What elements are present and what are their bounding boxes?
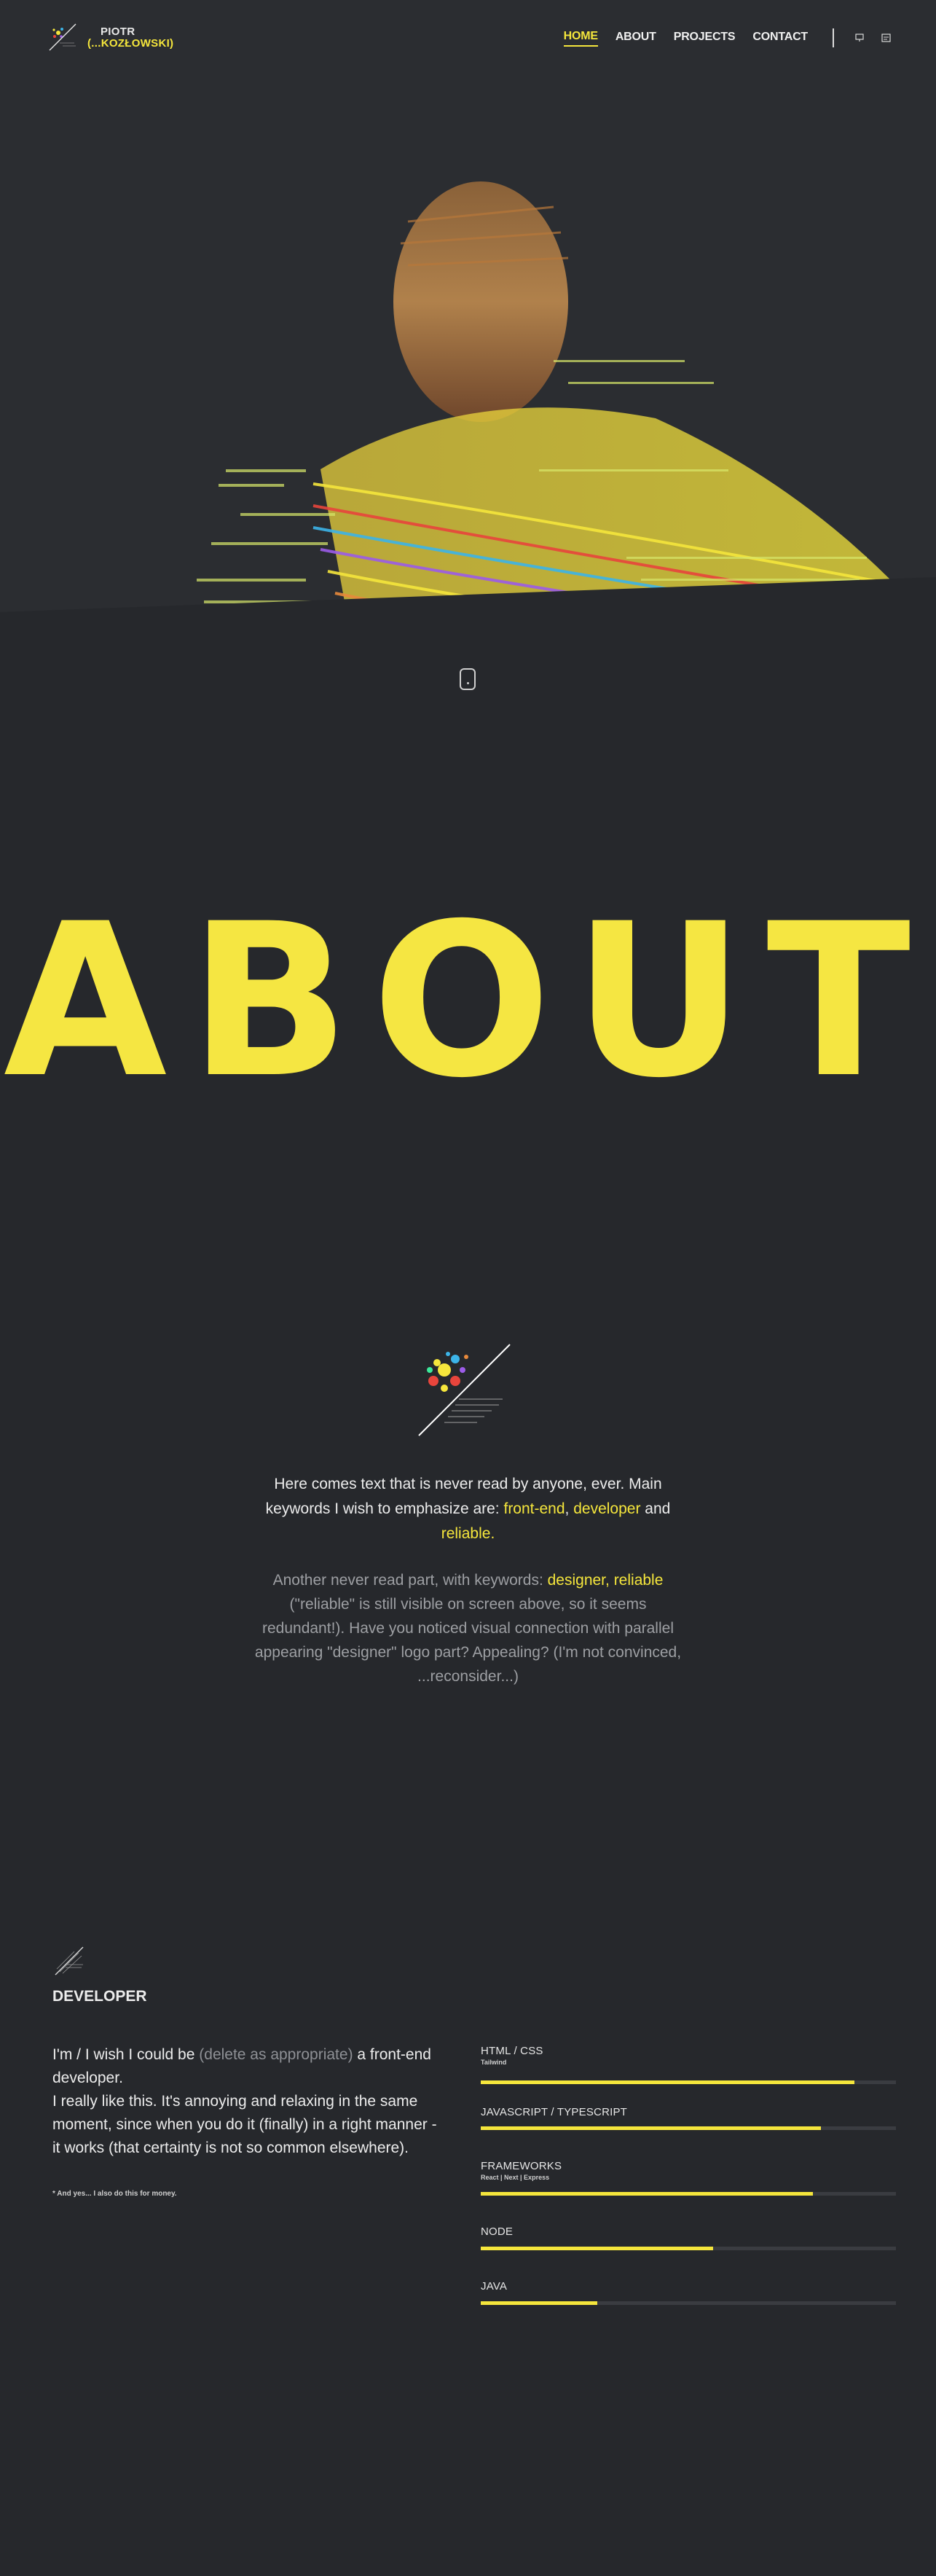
intro-text: . — [490, 1525, 495, 1542]
skill-bar — [481, 2247, 896, 2250]
developer-text-muted: (delete as appropriate) — [199, 2046, 353, 2063]
skill-sub: Tailwind — [481, 2059, 507, 2066]
developer-icon — [55, 1946, 84, 1976]
developer-heading: DEVELOPER — [52, 1988, 147, 2005]
brand[interactable]: PIOTR (...KOZŁOWSKI) — [47, 21, 173, 55]
skill-fill — [481, 2192, 813, 2196]
skill-name: FRAMEWORKS — [481, 2160, 562, 2172]
skill-sub: React | Next | Express — [481, 2174, 550, 2181]
intro-text: ("reliable" is still visible on screen a… — [254, 1596, 682, 1685]
skill-item: JAVASCRIPT / TYPESCRIPT — [481, 2106, 896, 2160]
skill-bar — [481, 2192, 896, 2196]
skill-name: JAVASCRIPT / TYPESCRIPT — [481, 2106, 628, 2118]
nav-projects[interactable]: PROJECTS — [674, 31, 736, 46]
skill-bar — [481, 2301, 896, 2305]
keyword-designer: designer — [547, 1572, 606, 1589]
skill-item: FRAMEWORKS React | Next | Express — [481, 2160, 896, 2225]
intro-text: , — [605, 1572, 614, 1589]
developer-footnote: * And yes... I also do this for money. — [52, 2190, 177, 2198]
about-heading: ABOUT — [3, 879, 933, 1124]
brand-name: PIOTR — [101, 26, 135, 38]
intro-text: and — [640, 1500, 671, 1517]
skill-item: HTML / CSS Tailwind — [481, 2045, 896, 2106]
skill-name: HTML / CSS — [481, 2045, 543, 2057]
skill-name: NODE — [481, 2225, 514, 2238]
skills-list: HTML / CSS Tailwind JAVASCRIPT / TYPESCR… — [481, 2045, 896, 2341]
developer-text: I really like this. It's annoying and re… — [52, 2093, 437, 2156]
skill-fill — [481, 2301, 597, 2305]
monitor-icon[interactable] — [854, 33, 865, 43]
designer-logo-icon — [418, 1344, 511, 1436]
hero-section — [0, 76, 936, 710]
keyword-reliable: reliable — [613, 1572, 664, 1589]
card-icon[interactable] — [881, 33, 891, 43]
skill-item: NODE — [481, 2225, 896, 2280]
skill-bar — [481, 2126, 896, 2130]
intro-paragraph-2: Another never read part, with keywords: … — [248, 1568, 688, 1688]
nav-about[interactable]: ABOUT — [616, 31, 656, 46]
skill-fill — [481, 2247, 714, 2250]
brand-surname: (...KOZŁOWSKI) — [87, 37, 174, 50]
nav-contact[interactable]: CONTACT — [752, 31, 808, 46]
scroll-down-icon[interactable] — [460, 668, 476, 690]
developer-text: I'm / I wish I could be — [52, 2046, 200, 2063]
nav-divider — [833, 28, 834, 47]
skill-item: JAVA — [481, 2280, 896, 2341]
top-navbar: PIOTR (...KOZŁOWSKI) HOME ABOUT PROJECTS… — [0, 0, 936, 76]
skill-fill — [481, 2126, 822, 2130]
keyword-frontend: front-end — [503, 1500, 565, 1517]
intro-paragraph-1: Here comes text that is never read by an… — [248, 1472, 688, 1546]
keyword-developer: developer — [573, 1500, 641, 1517]
intro-text: , — [565, 1500, 574, 1517]
intro-text: Another never read part, with keywords: — [272, 1572, 548, 1589]
developer-description: I'm / I wish I could be (delete as appro… — [52, 2043, 446, 2160]
hero-portrait-image — [0, 181, 936, 710]
skill-bar — [481, 2080, 896, 2084]
brand-logo-icon — [49, 23, 76, 51]
keyword-reliable: reliable — [441, 1525, 491, 1542]
nav-home[interactable]: HOME — [563, 30, 598, 47]
skill-fill — [481, 2080, 854, 2084]
skill-name: JAVA — [481, 2280, 508, 2293]
